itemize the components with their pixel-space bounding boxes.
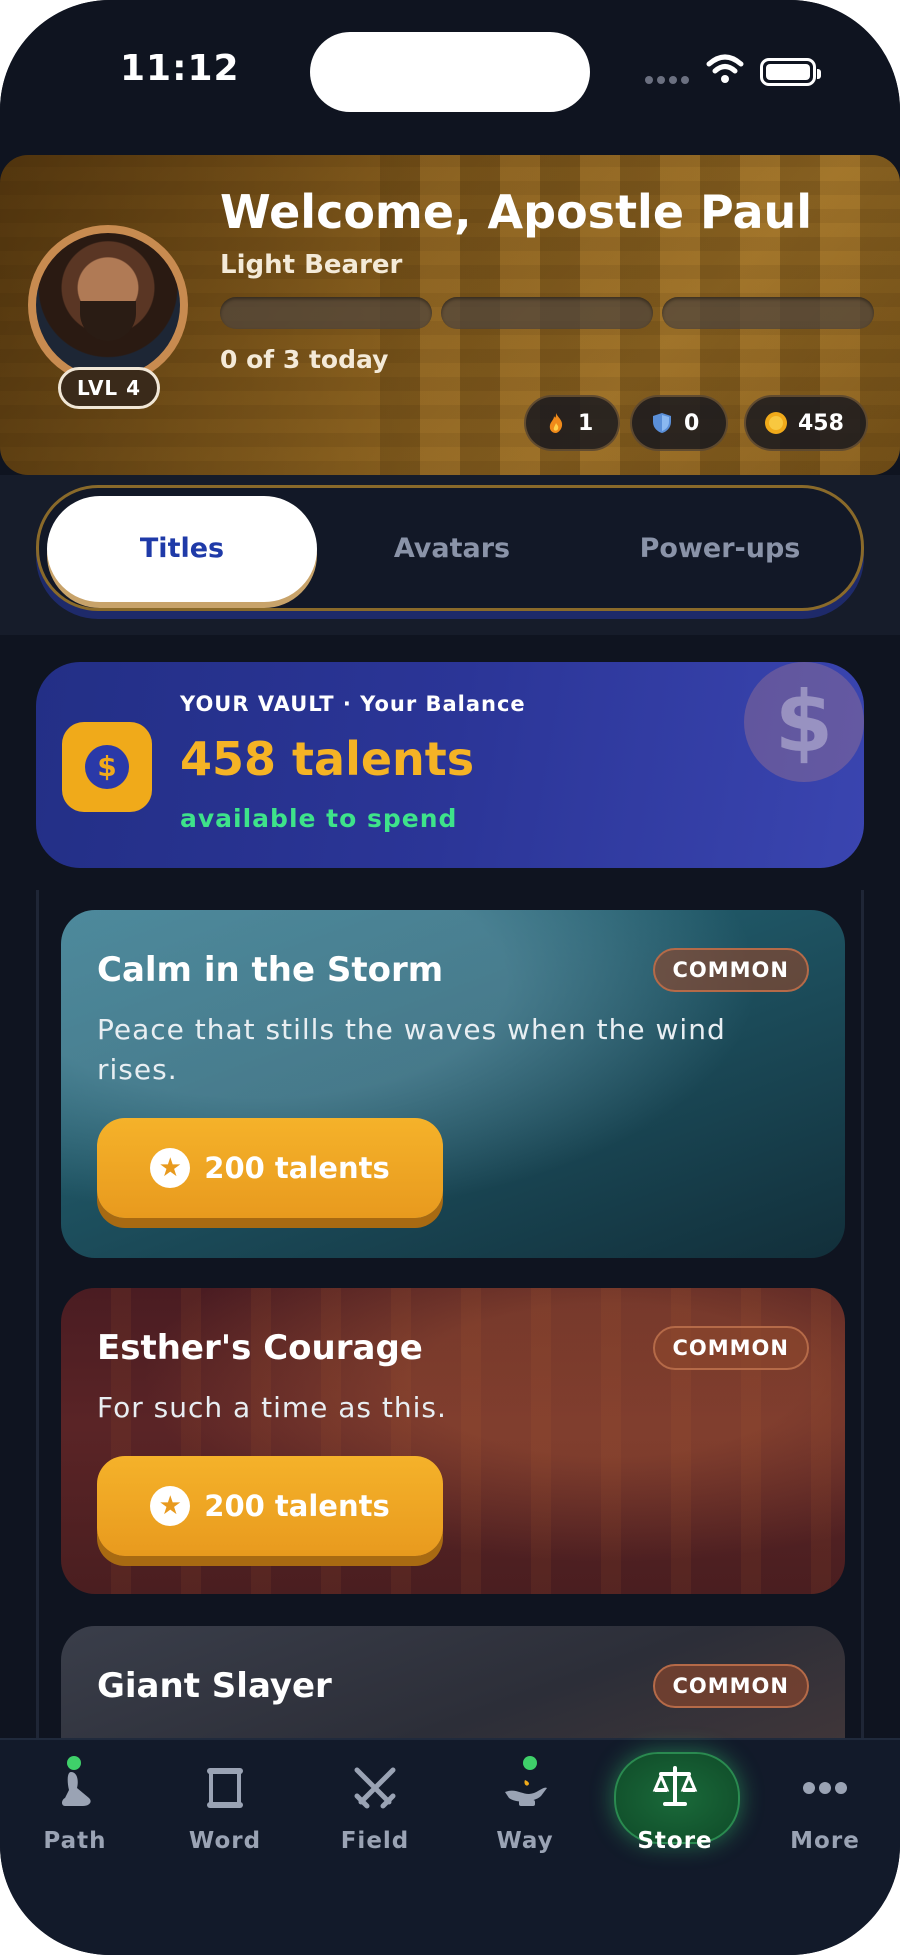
vault-balance: 458 talents bbox=[180, 732, 475, 786]
nav-label: Store bbox=[637, 1828, 713, 1854]
coins-pill[interactable]: 458 bbox=[744, 395, 868, 451]
welcome-title: Welcome, Apostle Paul bbox=[220, 185, 813, 239]
store-tabs: Titles Avatars Power-ups bbox=[36, 485, 864, 611]
nav-label: Path bbox=[43, 1828, 107, 1854]
flame-icon bbox=[549, 413, 563, 433]
nav-label: Word bbox=[188, 1828, 262, 1854]
nav-field[interactable]: Field bbox=[310, 1762, 440, 1854]
buy-button[interactable]: ★ 200 talents bbox=[97, 1118, 443, 1218]
price-label: 200 talents bbox=[204, 1489, 390, 1523]
daily-progress-segment bbox=[662, 297, 874, 329]
item-description: Peace that stills the waves when the win… bbox=[97, 1013, 726, 1086]
daily-progress-segment bbox=[441, 297, 653, 329]
notification-dot bbox=[523, 1756, 537, 1770]
level-badge: LVL 4 bbox=[58, 367, 160, 409]
star-icon: ★ bbox=[150, 1148, 191, 1188]
nav-word[interactable]: Word bbox=[160, 1762, 290, 1854]
swords-icon bbox=[354, 1767, 396, 1809]
avatar[interactable] bbox=[36, 233, 180, 377]
buy-button[interactable]: ★ 200 talents bbox=[97, 1456, 443, 1556]
dynamic-island bbox=[310, 32, 590, 112]
streak-count: 1 bbox=[578, 410, 594, 436]
streak-pill[interactable]: 1 bbox=[524, 395, 620, 451]
daily-progress-segment bbox=[220, 297, 432, 329]
tab-avatars[interactable]: Avatars bbox=[317, 496, 587, 602]
nav-more[interactable]: More bbox=[760, 1762, 890, 1854]
star-icon: ★ bbox=[150, 1486, 191, 1526]
notification-dot bbox=[67, 1756, 81, 1770]
more-icon bbox=[803, 1782, 847, 1794]
store-item-list[interactable]: Calm in the Storm COMMON Peace that stil… bbox=[36, 890, 864, 1740]
scroll-icon bbox=[207, 1768, 243, 1808]
tab-titles[interactable]: Titles bbox=[47, 496, 317, 602]
signal-icon bbox=[645, 76, 691, 86]
item-name: Esther's Courage bbox=[97, 1328, 423, 1368]
dollar-watermark-icon: $ bbox=[744, 662, 864, 782]
tab-power-ups[interactable]: Power-ups bbox=[585, 496, 855, 602]
player-title: Light Bearer bbox=[220, 250, 403, 280]
nav-label: Field bbox=[340, 1828, 410, 1854]
coin-count: 458 bbox=[798, 410, 844, 436]
coin-icon bbox=[765, 412, 787, 434]
rarity-badge: COMMON bbox=[652, 1664, 809, 1708]
item-description: For such a time as this. bbox=[97, 1391, 447, 1424]
vault-card: $ $ YOUR VAULT · Your Balance 458 talent… bbox=[36, 662, 864, 868]
price-label: 200 talents bbox=[204, 1151, 390, 1185]
store-item-card[interactable]: Giant Slayer COMMON bbox=[61, 1626, 845, 1740]
vault-label: YOUR VAULT · Your Balance bbox=[180, 692, 526, 716]
battery-icon bbox=[760, 58, 821, 86]
item-name: Calm in the Storm bbox=[97, 950, 444, 990]
bottom-nav: Path Word Field Way Store More bbox=[0, 1738, 900, 1955]
scales-icon bbox=[652, 1766, 698, 1806]
app-screen: 11:12 LVL 4 Welcome, Apostle Paul Light … bbox=[0, 0, 900, 1955]
shield-icon bbox=[653, 413, 671, 433]
shield-pill[interactable]: 0 bbox=[630, 395, 728, 451]
shield-count: 0 bbox=[684, 410, 700, 436]
store-item-card[interactable]: Calm in the Storm COMMON Peace that stil… bbox=[61, 910, 845, 1258]
nav-label: Way bbox=[496, 1828, 554, 1854]
nav-way[interactable]: Way bbox=[460, 1756, 590, 1854]
wifi-icon bbox=[706, 54, 744, 83]
item-name: Giant Slayer bbox=[97, 1666, 332, 1706]
nav-label: More bbox=[790, 1828, 860, 1854]
status-bar: 11:12 bbox=[0, 0, 900, 150]
status-time: 11:12 bbox=[120, 48, 240, 89]
rarity-badge: COMMON bbox=[652, 1326, 809, 1370]
nav-store[interactable]: Store bbox=[610, 1762, 740, 1854]
lamp-icon bbox=[505, 1780, 547, 1806]
nav-path[interactable]: Path bbox=[10, 1756, 140, 1854]
profile-header: LVL 4 Welcome, Apostle Paul Light Bearer… bbox=[0, 155, 900, 475]
rarity-badge: COMMON bbox=[652, 948, 809, 992]
talent-coin-icon: $ bbox=[62, 722, 152, 812]
vault-subtext: available to spend bbox=[180, 804, 458, 833]
daily-progress-text: 0 of 3 today bbox=[220, 345, 389, 374]
store-item-card[interactable]: Esther's Courage COMMON For such a time … bbox=[61, 1288, 845, 1594]
